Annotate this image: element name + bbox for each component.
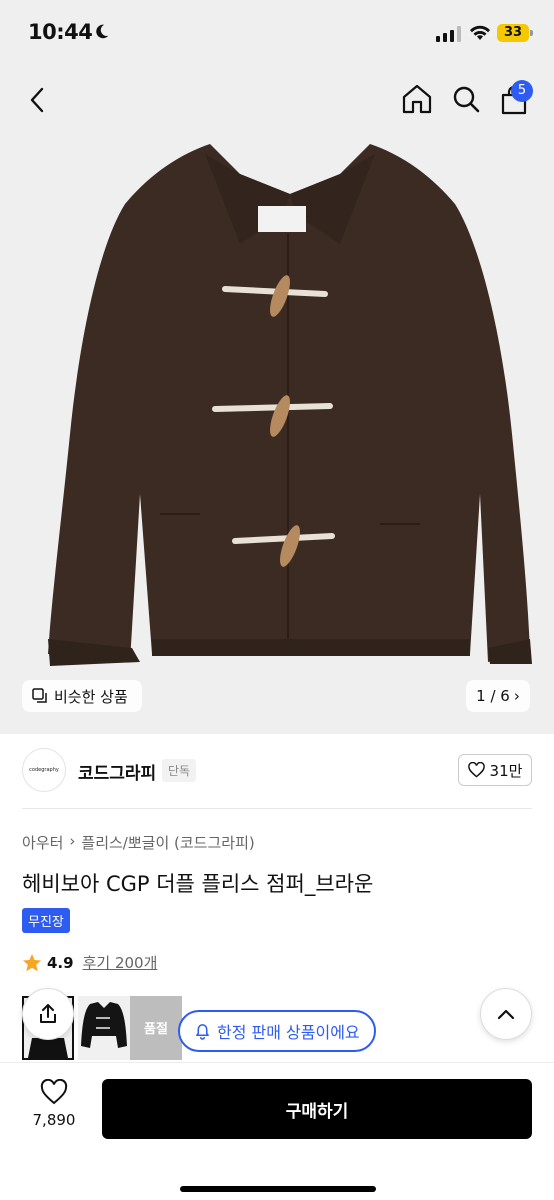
home-indicator (180, 1186, 376, 1192)
breadcrumb[interactable]: 아우터 › 플리스/뽀글이 (코드그라피) (22, 832, 255, 853)
bottom-action-bar: 7,890 구매하기 (0, 1062, 554, 1200)
chevron-right-icon: › (513, 687, 520, 705)
similar-products-button[interactable]: 비슷한 상품 (22, 680, 142, 712)
exclusive-badge: 단독 (162, 759, 197, 782)
wifi-icon (470, 25, 490, 40)
wishlist-button[interactable]: 7,890 (22, 1079, 86, 1129)
thumbnail-black[interactable] (78, 996, 130, 1060)
product-title: 헤비보아 CGP 더플 플리스 점퍼_브라운 (22, 872, 374, 896)
buy-button[interactable]: 구매하기 (102, 1079, 532, 1139)
page-indicator: 1 / 6 (476, 687, 510, 705)
status-time: 10:44 (28, 20, 93, 44)
thumbnail-black-image (81, 1002, 127, 1048)
similar-products-label: 비슷한 상품 (54, 687, 128, 706)
search-icon[interactable] (450, 83, 482, 115)
image-pager[interactable]: 1 / 6 › (466, 680, 530, 712)
heart-icon (467, 762, 485, 778)
product-image-area[interactable]: 5 비슷한 상품 1 / 6 › (0, 64, 554, 734)
share-button[interactable] (22, 988, 74, 1040)
limited-sale-label: 한정 판매 상품이에요 (217, 1023, 360, 1042)
cart-badge: 5 (511, 80, 533, 102)
rating-row[interactable]: 4.9 후기 200개 (22, 952, 157, 973)
chevron-right-icon: › (69, 832, 76, 850)
brand-like-button[interactable]: 31만 (458, 754, 532, 786)
battery-icon: 33 (497, 24, 529, 42)
scroll-top-button[interactable] (480, 988, 532, 1040)
product-image[interactable] (40, 134, 540, 674)
brand-like-count: 31만 (489, 761, 523, 780)
heart-icon (40, 1079, 68, 1105)
limited-sale-banner[interactable]: 한정 판매 상품이에요 (178, 1010, 376, 1052)
moon-icon (96, 24, 109, 39)
breadcrumb-item-outer[interactable]: 아우터 (22, 832, 63, 853)
product-tag: 무진장 (22, 908, 70, 933)
wishlist-count: 7,890 (32, 1111, 76, 1129)
buy-button-label: 구매하기 (285, 1101, 349, 1122)
similar-icon (32, 688, 47, 703)
brand-logo[interactable]: codegraphy (22, 748, 66, 792)
rating-score: 4.9 (47, 953, 74, 972)
home-icon[interactable] (400, 82, 434, 116)
chevron-up-icon (497, 1009, 515, 1020)
review-link[interactable]: 후기 200개 (83, 952, 158, 973)
brand-logo-text: codegraphy (29, 767, 59, 773)
status-bar: 10:44 33 (0, 0, 554, 64)
soldout-label: 품절 (144, 1022, 168, 1037)
breadcrumb-item-fleece[interactable]: 플리스/뽀글이 (코드그라피) (81, 832, 254, 853)
share-icon (40, 1004, 56, 1023)
bell-icon (196, 1023, 209, 1040)
battery-tip (530, 30, 533, 36)
star-icon (23, 953, 41, 971)
brand-row[interactable]: codegraphy 코드그라피 단독 31만 (22, 748, 532, 794)
thumbnail-gray[interactable]: 품절 (130, 996, 182, 1060)
brand-name[interactable]: 코드그라피 (78, 759, 156, 784)
back-icon[interactable] (22, 84, 54, 116)
divider (22, 808, 532, 809)
signal-icon (436, 26, 461, 42)
